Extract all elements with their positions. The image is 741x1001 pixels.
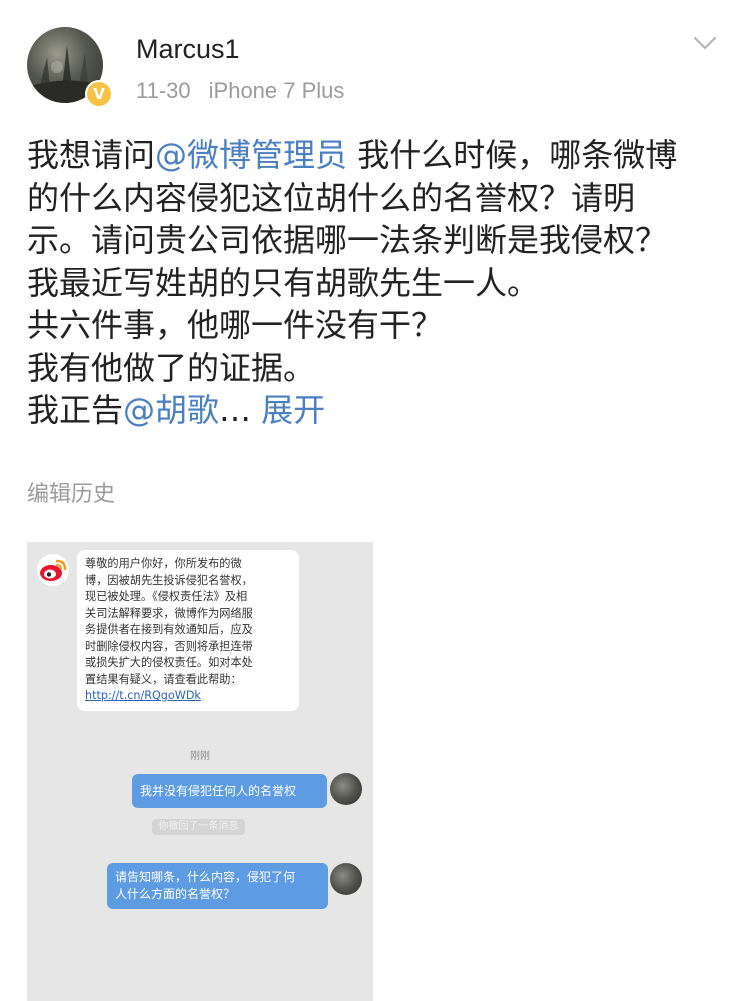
notice-line: 或损失扩大的侵权责任。如对本处 — [85, 656, 253, 669]
mention-hu-ge[interactable]: @胡歌 — [123, 391, 219, 429]
notice-line: 置结果有疑义，请查看此帮助： — [85, 672, 242, 686]
chat-bubble-sent: 我并没有侵犯任何人的名誉权 — [132, 774, 327, 808]
text-segment: 我想请问 — [27, 136, 156, 174]
notice-message: 尊敬的用户你好，你所发布的微 博，因被胡先生投诉侵犯名誉权， 现已被处理。《侵权… — [77, 550, 299, 711]
bubble-line: 人什么方面的名誉权？ — [115, 887, 236, 901]
mention-weibo-admin[interactable]: @微博管理员 — [155, 136, 347, 174]
bubble-line: 请告知哪条，什么内容，侵犯了何 — [115, 870, 296, 884]
post-line-4: 我最近写姓胡的只有胡歌先生一人。 — [27, 263, 540, 302]
post-device: iPhone 7 Plus — [208, 78, 345, 103]
text-segment: 我正告 — [27, 391, 124, 429]
text-segment: 我什么时候，哪条微博 — [347, 136, 678, 174]
notice-line: 关司法解释要求，微博作为网络服 — [85, 606, 253, 620]
post-line-7: 我正告@胡歌… 展开 — [27, 389, 727, 432]
post-date: 11-30 — [136, 78, 191, 103]
post-line-6: 我有他做了的证据。 — [27, 348, 316, 387]
sender-avatar — [330, 773, 362, 805]
post-header: V Marcus1 11-30 iPhone 7 Plus — [0, 0, 741, 120]
sender-avatar — [330, 863, 362, 895]
edit-history-link[interactable]: 编辑历史 — [27, 476, 115, 508]
username[interactable]: Marcus1 — [136, 34, 240, 65]
help-link[interactable]: http://t.cn/RQgoWDk — [85, 688, 291, 705]
notice-line: 务提供者在接到有效通知后，应及 — [85, 623, 253, 636]
post-line-1: 我想请问@微博管理员 我什么时候，哪条微博 — [27, 134, 727, 177]
ellipsis: … — [219, 391, 262, 429]
chat-bubble-sent: 请告知哪条，什么内容，侵犯了何 人什么方面的名誉权？ — [107, 863, 328, 909]
post-body: 我想请问@微博管理员 我什么时候，哪条微博 的什么内容侵犯这位胡什么的名誉权？请… — [27, 134, 727, 432]
post-meta: 11-30 iPhone 7 Plus — [136, 78, 344, 104]
post-line-3: 示。请问贵公司依据哪一法条判断是我侵权？ — [27, 221, 668, 259]
weibo-logo-icon — [37, 554, 69, 586]
chevron-down-icon[interactable] — [692, 34, 718, 52]
post-line-2: 的什么内容侵犯这位胡什么的名誉权？请明 — [27, 178, 636, 217]
post-line-5: 共六件事，他哪一件没有干？ — [27, 306, 444, 344]
notice-line: 现已被处理。《侵权责任法》及相 — [85, 590, 248, 603]
notice-line: 博，因被胡先生投诉侵犯名誉权， — [85, 573, 253, 587]
notice-line: 时删除侵权内容，否则将承担连带 — [85, 639, 253, 653]
notice-line: 尊敬的用户你好，你所发布的微 — [85, 557, 242, 570]
attached-screenshot[interactable]: 尊敬的用户你好，你所发布的微 博，因被胡先生投诉侵犯名誉权， 现已被处理。《侵权… — [27, 542, 373, 1001]
verified-badge-icon: V — [85, 80, 113, 108]
timestamp-separator: 刚刚 — [190, 751, 210, 762]
expand-link[interactable]: 展开 — [261, 391, 325, 429]
recall-notice: 你撤回了一条消息 — [152, 819, 245, 835]
